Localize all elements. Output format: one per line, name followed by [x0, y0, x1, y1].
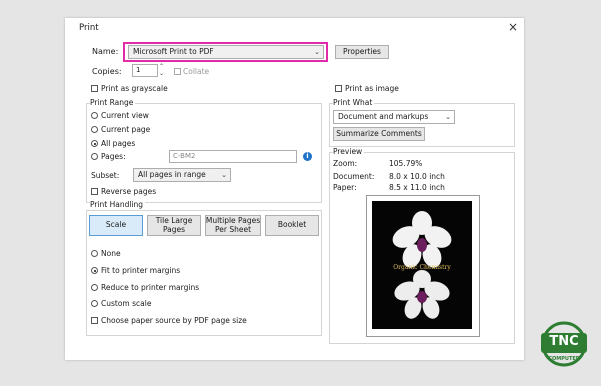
none-radio[interactable] — [91, 250, 98, 257]
fit-margins-label: Fit to printer margins — [101, 266, 181, 275]
grayscale-checkbox[interactable] — [91, 85, 98, 92]
chevron-down-icon: ⌄ — [221, 171, 227, 179]
print-what-select[interactable]: Document and markups ⌄ — [333, 110, 455, 124]
preview-title: Preview — [333, 147, 365, 156]
pages-label: Pages: — [101, 152, 126, 161]
copies-spinner-icon[interactable]: ⌃ ⌄ — [159, 63, 164, 77]
all-pages-label: All pages — [101, 139, 136, 148]
tnc-text: TNC — [549, 334, 579, 349]
subset-select[interactable]: All pages in range ⌄ — [133, 168, 231, 182]
collate-checkbox[interactable] — [174, 68, 181, 75]
book-title: Organic Chemistry — [393, 264, 451, 271]
scale-button[interactable]: Scale — [89, 215, 143, 236]
copies-label: Copies: — [92, 67, 122, 76]
grayscale-label: Print as grayscale — [101, 84, 168, 93]
current-page-label: Current page — [101, 125, 151, 134]
chevron-down-icon: ⌄ — [314, 48, 320, 56]
custom-scale-label: Custom scale — [101, 299, 152, 308]
tnc-logo: TNC COMPUTER — [538, 321, 590, 367]
paper-value: 8.5 x 11.0 inch — [389, 183, 445, 192]
document-value: 8.0 x 10.0 inch — [389, 172, 445, 181]
reverse-pages-checkbox[interactable] — [91, 188, 98, 195]
dialog-title: Print — [79, 23, 99, 33]
subset-label: Subset: — [91, 171, 120, 180]
chevron-down-icon: ⌄ — [445, 113, 451, 121]
print-range-title: Print Range — [90, 98, 136, 107]
document-label: Document: — [333, 172, 375, 181]
multiple-pages-button[interactable]: Multiple Pages Per Sheet — [205, 215, 261, 236]
pages-radio[interactable] — [91, 153, 98, 160]
info-icon[interactable]: i — [303, 152, 312, 161]
paper-source-checkbox[interactable] — [91, 317, 98, 324]
paper-label: Paper: — [333, 183, 357, 192]
print-what-title: Print What — [333, 98, 375, 107]
summarize-comments-button[interactable]: Summarize Comments — [333, 127, 425, 141]
current-view-radio[interactable] — [91, 112, 98, 119]
printer-name: Microsoft Print to PDF — [133, 47, 214, 56]
book-cover: Organic Chemistry — [372, 201, 472, 329]
subset-value: All pages in range — [138, 170, 206, 179]
close-icon[interactable]: × — [508, 20, 518, 34]
current-page-radio[interactable] — [91, 126, 98, 133]
reduce-margins-radio[interactable] — [91, 284, 98, 291]
print-what-value: Document and markups — [338, 112, 429, 121]
properties-button[interactable]: Properties — [335, 45, 389, 59]
print-as-image-label: Print as image — [345, 84, 399, 93]
fit-margins-radio[interactable] — [91, 267, 98, 274]
tnc-subtext: COMPUTER — [548, 356, 580, 362]
print-handling-title: Print Handling — [90, 200, 146, 209]
printer-select[interactable]: Microsoft Print to PDF ⌄ — [128, 45, 324, 59]
pages-input[interactable]: C-BM2 — [169, 150, 297, 163]
all-pages-radio[interactable] — [91, 140, 98, 147]
none-label: None — [101, 249, 121, 258]
copies-input[interactable]: 1 — [132, 64, 158, 77]
print-dialog: Print × Name: Microsoft Print to PDF ⌄ P… — [65, 18, 524, 360]
booklet-button[interactable]: Booklet — [265, 215, 319, 236]
tile-large-pages-button[interactable]: Tile Large Pages — [147, 215, 201, 236]
name-label: Name: — [92, 47, 119, 56]
print-as-image-checkbox[interactable] — [335, 85, 342, 92]
reverse-pages-label: Reverse pages — [101, 187, 157, 196]
current-view-label: Current view — [101, 111, 149, 120]
paper-source-label: Choose paper source by PDF page size — [101, 316, 247, 325]
preview-page: Organic Chemistry — [366, 195, 480, 337]
reduce-margins-label: Reduce to printer margins — [101, 283, 200, 292]
zoom-value: 105.79% — [389, 159, 423, 168]
custom-scale-radio[interactable] — [91, 300, 98, 307]
collate-label: Collate — [183, 67, 210, 76]
zoom-label: Zoom: — [333, 159, 358, 168]
